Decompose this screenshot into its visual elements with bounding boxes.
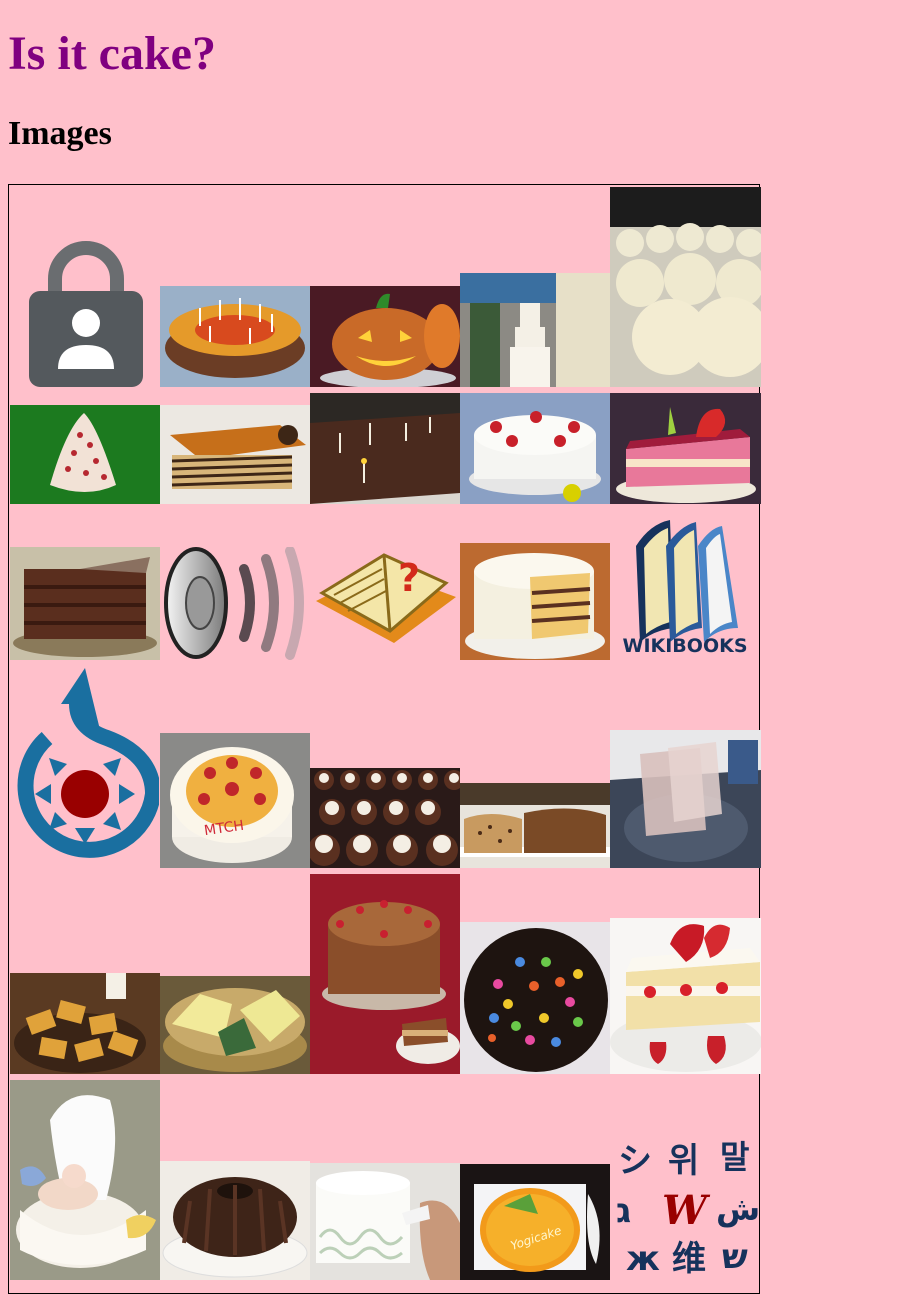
wikibooks-logo[interactable]: WIKIBOOKS [610, 518, 761, 660]
glyph-shin: ש [722, 1237, 748, 1277]
sliced-layer-cake[interactable] [460, 543, 610, 660]
wikimedia-commons-logo[interactable] [11, 666, 159, 868]
baklava-pieces[interactable] [10, 973, 160, 1074]
cupcakes-tray[interactable] [310, 768, 460, 868]
strawberry-cream-cake[interactable] [460, 393, 610, 504]
lock-icon[interactable] [29, 235, 143, 387]
glyph-shin-arabic: ش [716, 1190, 760, 1228]
baby-cradle-cake[interactable] [10, 1080, 160, 1280]
strawberry-cake-slice[interactable] [610, 393, 761, 504]
birthday-cake-candles[interactable] [160, 286, 310, 387]
chocolate-frosted-cake[interactable] [310, 874, 460, 1074]
glyph-w: W [662, 1187, 711, 1234]
cake-mix-bag[interactable] [610, 730, 761, 868]
section-heading-images: Images [8, 115, 112, 152]
chocolate-layer-cake[interactable] [10, 547, 160, 660]
glyph-shi: シ [618, 1141, 652, 1181]
mango-yogurt-cake[interactable]: Yogicake [460, 1164, 610, 1280]
glyph-wei: 维 [672, 1239, 706, 1279]
pound-cake-loaf[interactable] [460, 783, 610, 868]
piping-white-cake[interactable] [310, 1163, 460, 1280]
image-gallery: ? WIKIBOOKS MTCH Yogicake シ 위 말 ג W ش ж … [8, 184, 761, 1294]
glyph-zhe: ж [626, 1239, 660, 1279]
svg-text:?: ? [398, 556, 420, 600]
speaker-icon[interactable] [160, 547, 310, 660]
candy-topped-chocolate-cake[interactable] [460, 922, 610, 1074]
cake-balls[interactable] [610, 187, 761, 387]
strawberry-shortcake-slice[interactable] [610, 918, 761, 1074]
glyph-mal: 말 [720, 1138, 749, 1176]
wikiquote-multilingual-logo[interactable]: シ 위 말 ג W ش ж 维 ש [610, 1130, 761, 1280]
steamed-cake-basket[interactable] [160, 976, 310, 1074]
layered-dobos-cake[interactable] [160, 405, 310, 504]
wikibooks-label: WIKIBOOKS [622, 635, 747, 657]
fruit-topped-cake[interactable]: MTCH [160, 733, 310, 868]
glyph-wi: 위 [668, 1141, 699, 1181]
pumpkin-cake[interactable] [310, 286, 460, 387]
bundt-cake[interactable] [160, 1161, 310, 1280]
glyph-gimel: ג [616, 1191, 631, 1231]
cone-cake-green[interactable] [10, 405, 160, 504]
sheet-cake-candles[interactable] [310, 393, 460, 504]
wiktionary-book-icon[interactable]: ? [310, 547, 460, 660]
page-title[interactable]: Is it cake? [8, 26, 216, 82]
tiered-white-cakes[interactable] [460, 273, 610, 387]
